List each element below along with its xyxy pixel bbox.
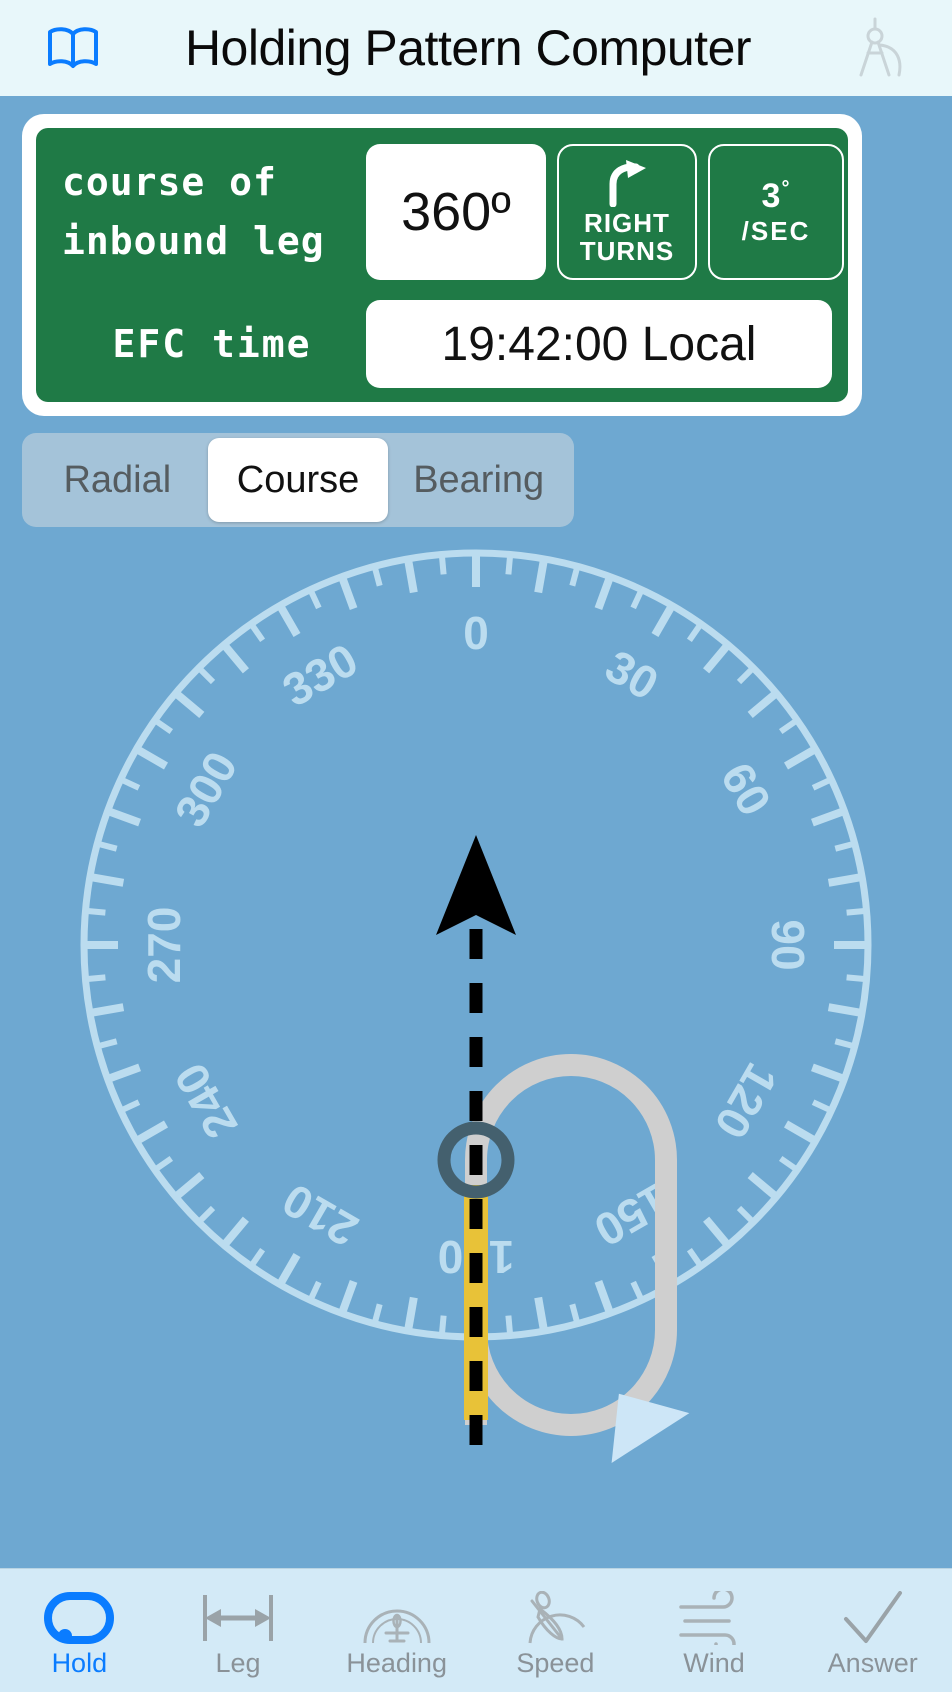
compass-label-30: 30 [597, 639, 667, 710]
compass-label-330: 330 [274, 633, 366, 716]
compass-label-210: 210 [274, 1173, 366, 1256]
turn-rate-number: 3 [761, 177, 782, 215]
racetrack-hold-icon [43, 1583, 115, 1645]
compass-label-90: 90 [762, 919, 814, 970]
tab-speed-label: Speed [516, 1647, 595, 1678]
efc-value-field[interactable]: 19:42:00 Local [366, 300, 832, 388]
course-label-line1: course of [62, 160, 277, 205]
bottom-tab-bar[interactable]: Hold Leg Heading Speed Wind Answer [0, 1568, 952, 1692]
tab-hold[interactable]: Hold [0, 1569, 159, 1692]
tab-wind-label: Wind [683, 1647, 745, 1678]
tab-answer-label: Answer [827, 1647, 918, 1678]
app-header: Holding Pattern Computer [0, 0, 952, 96]
turn-label-line2: TURNS [579, 236, 675, 266]
airspeed-needle-icon [518, 1583, 592, 1645]
efc-label: EFC time [112, 322, 312, 366]
compass-label-60: 60 [711, 754, 782, 824]
segment-radial[interactable]: Radial [27, 438, 208, 522]
course-label-line2: inbound leg [62, 219, 325, 263]
tab-heading-label: Heading [346, 1647, 447, 1678]
segment-bearing[interactable]: Bearing [388, 438, 569, 522]
curved-right-arrow-icon [602, 159, 652, 208]
tab-heading[interactable]: Heading [317, 1569, 476, 1692]
heading-indicator-icon [360, 1583, 434, 1645]
inputs-card-inner: course of inbound leg 360º RIGHT TURNS 3… [36, 128, 848, 402]
compass-label-120: 120 [704, 1055, 787, 1147]
compass-label-240: 240 [164, 1055, 247, 1147]
turn-rate-button[interactable]: 3° /SEC [708, 144, 844, 280]
turn-direction-button[interactable]: RIGHT TURNS [557, 144, 697, 280]
reference-type-segmented-control[interactable]: Radial Course Bearing [22, 433, 574, 527]
tab-leg-label: Leg [215, 1647, 261, 1678]
course-row: course of inbound leg 360º RIGHT TURNS 3… [36, 142, 848, 282]
app-root: Holding Pattern Computer course of inbou… [0, 0, 952, 1692]
segment-course[interactable]: Course [207, 438, 389, 522]
tab-hold-label: Hold [51, 1647, 108, 1678]
compass-label-0: 0 [463, 607, 489, 659]
page-title: Holding Pattern Computer [184, 20, 752, 76]
degree-symbol: ° [781, 177, 791, 200]
compass-label-300: 300 [164, 743, 247, 835]
tab-leg[interactable]: Leg [159, 1569, 318, 1692]
wind-lines-icon [675, 1583, 753, 1645]
inputs-card: course of inbound leg 360º RIGHT TURNS 3… [22, 114, 862, 416]
efc-row: EFC time 19:42:00 Local [36, 298, 848, 390]
course-arrowhead [436, 835, 516, 935]
turn-rate-unit: /SEC [741, 216, 811, 246]
holding-pattern-diagram[interactable]: 0306090120150180210240270300330 [0, 540, 952, 1470]
tab-answer[interactable]: Answer [793, 1569, 952, 1692]
leg-length-arrow-icon [199, 1583, 277, 1645]
drafting-compass-icon[interactable] [844, 17, 906, 79]
compass-label-270: 270 [138, 907, 190, 984]
turn-label-line1: RIGHT [584, 207, 670, 238]
course-value-field[interactable]: 360º [366, 144, 546, 280]
turn-rate-value: 3° [762, 177, 791, 216]
turn-direction-label: RIGHT TURNS [580, 209, 675, 265]
tab-wind[interactable]: Wind [635, 1569, 794, 1692]
checkmark-icon [838, 1583, 908, 1645]
tab-speed[interactable]: Speed [476, 1569, 635, 1692]
course-label: course of inbound leg [36, 153, 366, 271]
